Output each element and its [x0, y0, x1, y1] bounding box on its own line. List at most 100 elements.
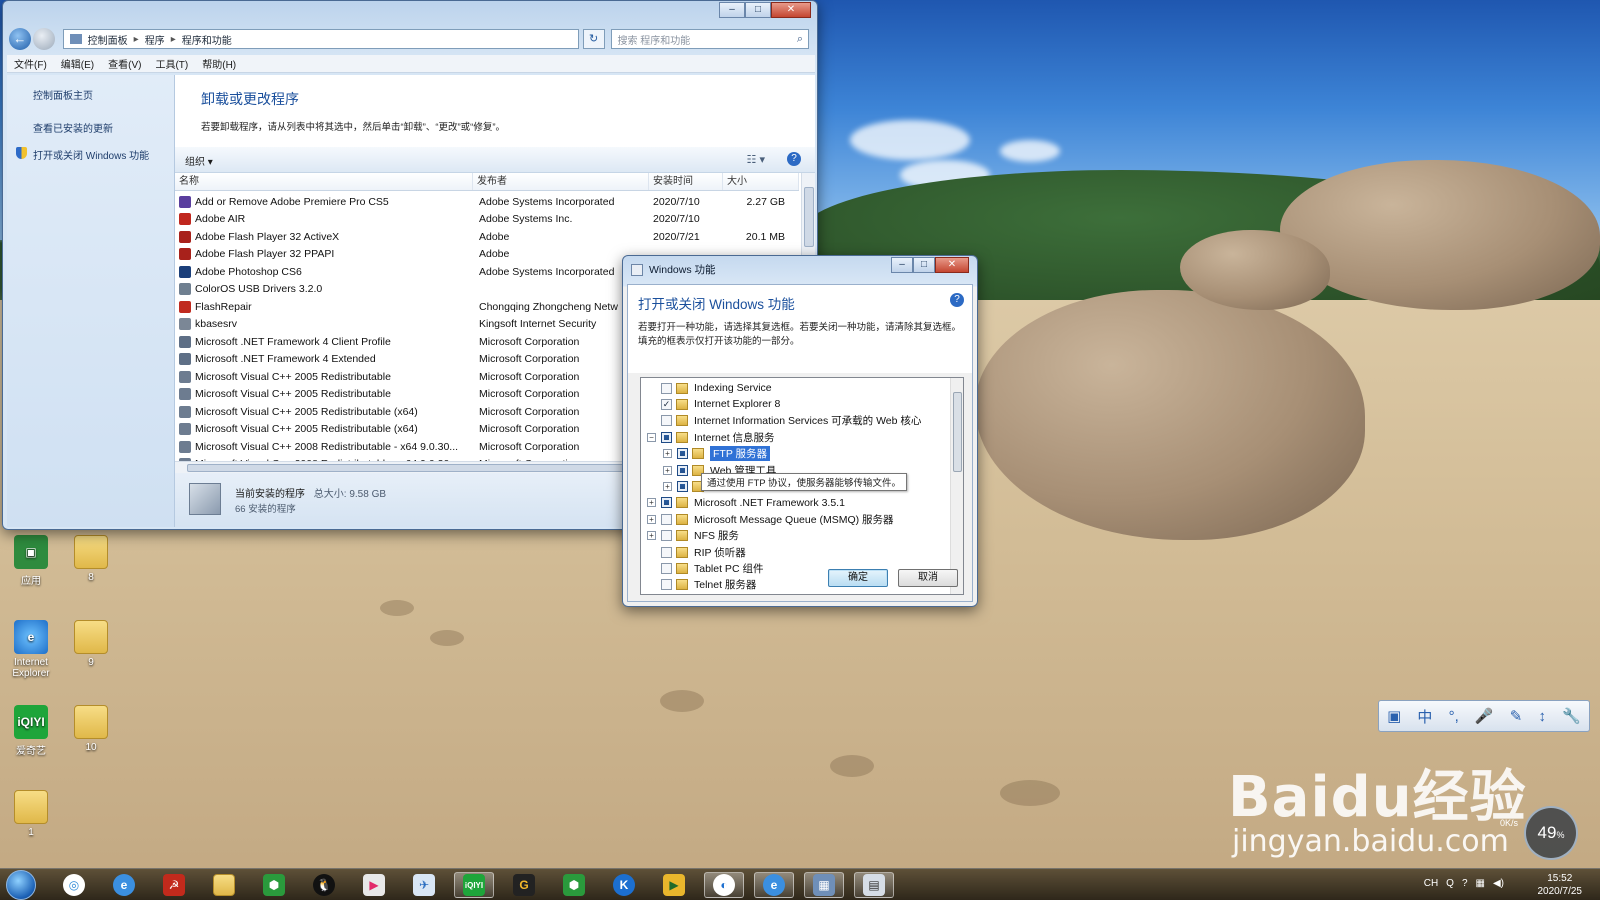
address-bar[interactable]: 控制面板 ▸ 程序 ▸ 程序和功能	[62, 29, 579, 49]
volume-icon[interactable]: ◀)	[1493, 878, 1504, 889]
taskbar-media-player[interactable]: ▶	[654, 872, 694, 898]
feature-checkbox[interactable]	[661, 497, 672, 509]
network-speed-ball[interactable]: 49%	[1524, 806, 1578, 860]
feature-item[interactable]: Telnet 服务器	[647, 577, 756, 593]
feature-checkbox[interactable]	[661, 513, 672, 525]
feature-item[interactable]: + Microsoft .NET Framework 3.5.1	[647, 495, 845, 511]
menu-view[interactable]: 查看(V)	[101, 56, 148, 71]
turn-windows-features-link[interactable]: 打开或关闭 Windows 功能	[7, 141, 174, 168]
ime-chinese-mode[interactable]: 中	[1417, 706, 1432, 727]
tray-help-icon[interactable]: ?	[1462, 878, 1468, 889]
menu-tools[interactable]: 工具(T)	[148, 56, 195, 71]
minimize-button[interactable]: –	[719, 2, 745, 18]
feature-checkbox[interactable]	[677, 480, 688, 492]
desktop-icon-folder-1[interactable]: 1	[6, 790, 56, 838]
expand-toggle-icon[interactable]: +	[663, 465, 672, 475]
refresh-icon[interactable]: ↻	[582, 29, 605, 49]
taskbar-qq[interactable]: 🐧	[304, 872, 344, 898]
microphone-icon[interactable]: 🎤	[1475, 707, 1494, 725]
ok-button[interactable]: 确定	[828, 569, 888, 587]
help-icon[interactable]: ?	[950, 293, 964, 307]
feature-checkbox[interactable]	[661, 546, 672, 558]
feature-checkbox[interactable]	[661, 562, 672, 574]
breadcrumb-programs[interactable]: 程序	[145, 32, 165, 47]
language-indicator[interactable]: CH	[1424, 878, 1438, 889]
feature-item[interactable]: Indexing Service	[647, 380, 772, 396]
column-size[interactable]: 大小	[723, 173, 799, 190]
taskbar-iqiyi[interactable]: iQIYI	[454, 872, 494, 898]
tray-q-icon[interactable]: Q	[1446, 878, 1454, 889]
view-options-icon[interactable]: ☷ ▾	[747, 153, 765, 166]
expand-toggle-icon[interactable]: +	[647, 498, 656, 508]
taskbar-app-bird[interactable]: ✈	[404, 872, 444, 898]
desktop-icon-folder-10[interactable]: 10	[66, 705, 116, 753]
dialog-close-button[interactable]: ✕	[935, 257, 969, 273]
feature-item[interactable]: Internet Information Services 可承载的 Web 核…	[647, 413, 921, 429]
expand-toggle-icon[interactable]: +	[663, 449, 672, 459]
feature-item[interactable]: RIP 侦听器	[647, 544, 746, 560]
settings-wrench-icon[interactable]: 🔧	[1562, 707, 1581, 725]
search-icon[interactable]: ⌕	[797, 33, 803, 46]
taskbar-app-green2[interactable]: ⬢	[554, 872, 594, 898]
scroll-thumb[interactable]	[953, 392, 962, 472]
scroll-thumb[interactable]	[804, 187, 814, 247]
taskbar-control-panel[interactable]: ▦	[804, 872, 844, 898]
menu-file[interactable]: 文件(F)	[7, 56, 54, 71]
column-publisher[interactable]: 发布者	[473, 173, 649, 190]
taskbar-app-red[interactable]: ☭	[154, 872, 194, 898]
taskbar-app-g[interactable]: G	[504, 872, 544, 898]
forward-button[interactable]	[32, 28, 55, 50]
feature-item[interactable]: + NFS 服务	[647, 528, 739, 544]
feature-checkbox[interactable]: ✓	[661, 398, 672, 410]
desktop-icon-folder-9[interactable]: 9	[66, 620, 116, 668]
feature-checkbox[interactable]	[661, 530, 672, 542]
expand-toggle-icon[interactable]: +	[647, 514, 656, 524]
help-icon[interactable]: ?	[787, 152, 801, 166]
feature-item[interactable]: + FTP 服务器	[663, 446, 771, 462]
feature-item[interactable]: − Internet 信息服务	[647, 429, 775, 445]
expand-toggle-icon[interactable]: −	[647, 432, 656, 442]
feature-item[interactable]: Tablet PC 组件	[647, 560, 763, 576]
desktop-icon-app[interactable]: ▣ 应用	[6, 535, 56, 587]
taskbar-windows-features[interactable]: ▤	[854, 872, 894, 898]
taskbar-internet-explorer-2[interactable]: e	[754, 872, 794, 898]
feature-checkbox[interactable]	[661, 382, 672, 394]
network-icon[interactable]: ▦	[1476, 878, 1485, 889]
feature-item[interactable]: + Microsoft Message Queue (MSMQ) 服务器	[647, 511, 894, 527]
desktop-icon-iqiyi[interactable]: iQIYI 爱奇艺	[6, 705, 56, 757]
taskbar-internet-explorer[interactable]: e	[104, 872, 144, 898]
column-name[interactable]: 名称	[175, 173, 473, 190]
close-button[interactable]: ✕	[771, 2, 811, 18]
taskbar-app-circle[interactable]: ◐	[704, 872, 744, 898]
expand-toggle-icon[interactable]: +	[663, 481, 672, 491]
desktop-icon-internet-explorer[interactable]: e Internet Explorer	[6, 620, 56, 679]
search-input[interactable]: 搜索 程序和功能 ⌕	[610, 29, 809, 49]
column-installed-on[interactable]: 安装时间	[649, 173, 723, 190]
taskbar-360-browser[interactable]: ◎	[54, 872, 94, 898]
program-row[interactable]: Adobe AIR Adobe Systems Inc. 2020/7/10	[175, 211, 799, 229]
feature-checkbox[interactable]	[661, 431, 672, 443]
ime-punctuation[interactable]: °,	[1449, 708, 1459, 725]
cancel-button[interactable]: 取消	[898, 569, 958, 587]
feature-tree-scrollbar[interactable]	[950, 378, 963, 594]
taskbar-file-explorer[interactable]	[204, 872, 244, 898]
maximize-button[interactable]: □	[745, 2, 771, 18]
organize-button[interactable]: 组织 ▾	[185, 153, 213, 168]
control-panel-home-link[interactable]: 控制面板主页	[7, 81, 174, 108]
feature-item[interactable]: ✓ Internet Explorer 8	[647, 396, 780, 412]
feature-checkbox[interactable]	[677, 464, 688, 476]
breadcrumb-programs-features[interactable]: 程序和功能	[182, 32, 232, 47]
dialog-maximize-button[interactable]: □	[913, 257, 935, 273]
start-button[interactable]	[6, 870, 36, 900]
taskbar-app-green[interactable]: ⬢	[254, 872, 294, 898]
expand-toggle-icon[interactable]: +	[647, 531, 656, 541]
taskbar-youku[interactable]: ▶	[354, 872, 394, 898]
scroll-thumb[interactable]	[187, 464, 687, 472]
menu-edit[interactable]: 编辑(E)	[54, 56, 101, 71]
taskbar-app-k[interactable]: K	[604, 872, 644, 898]
dialog-minimize-button[interactable]: –	[891, 257, 913, 273]
feature-checkbox[interactable]	[677, 448, 688, 460]
program-row[interactable]: Add or Remove Adobe Premiere Pro CS5 Adob…	[175, 193, 799, 211]
back-button[interactable]: ←	[9, 28, 31, 50]
breadcrumb-control-panel[interactable]: 控制面板	[88, 32, 128, 47]
